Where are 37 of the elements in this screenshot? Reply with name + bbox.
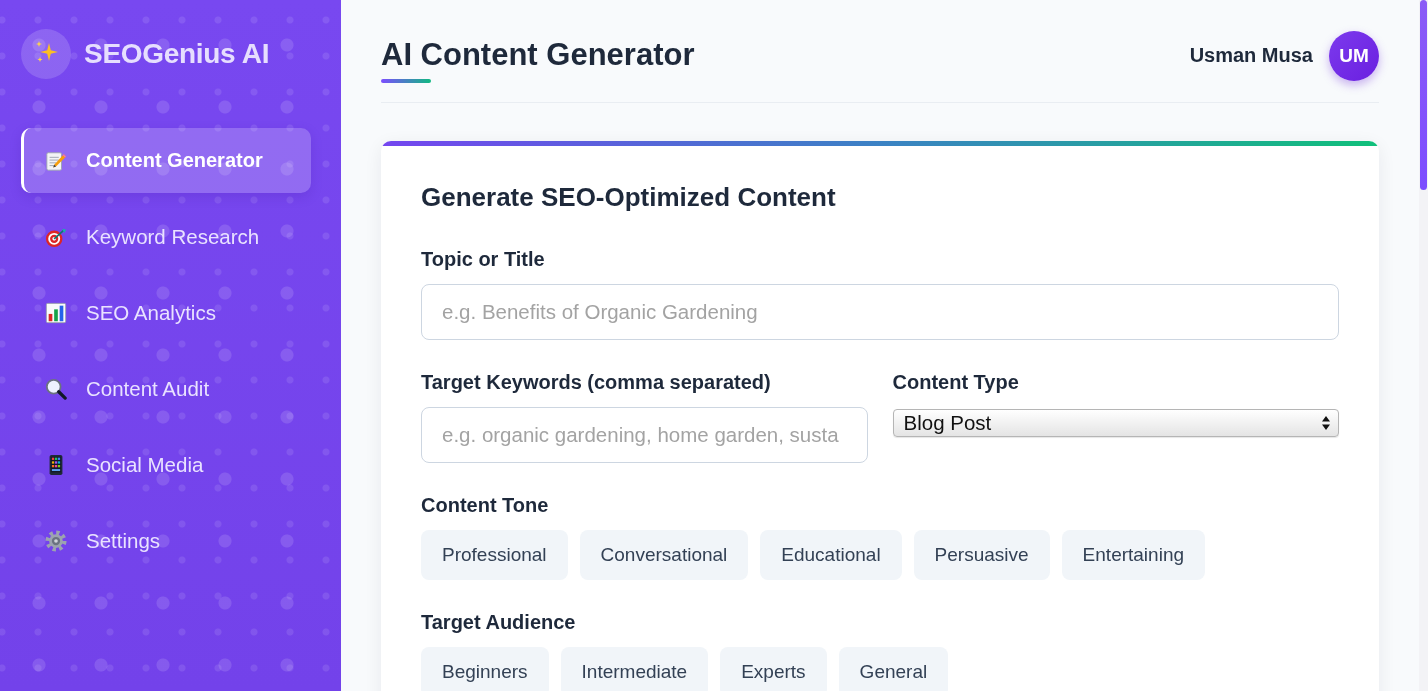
field-label: Target Keywords (comma separated) bbox=[421, 371, 772, 393]
field-label: Content Tone bbox=[421, 494, 550, 516]
tone-option-chip[interactable]: Entertaining bbox=[1061, 530, 1205, 580]
tone-option-chip[interactable]: Conversational bbox=[579, 530, 749, 580]
up-down-arrows-icon bbox=[1322, 416, 1330, 430]
audience-option-chip[interactable]: Experts bbox=[720, 647, 827, 691]
bar-chart-icon bbox=[45, 301, 67, 324]
gear-icon bbox=[45, 529, 67, 552]
scrollbar-track[interactable] bbox=[1419, 0, 1428, 691]
content-type-select[interactable]: Blog Post bbox=[892, 409, 1339, 437]
audience-option-chip[interactable]: Intermediate bbox=[560, 647, 709, 691]
tone-option-chip[interactable]: Professional bbox=[421, 530, 568, 580]
card-title: Generate SEO-Optimized Content bbox=[421, 182, 837, 212]
scrollbar-thumb[interactable] bbox=[1420, 0, 1427, 190]
tone-option-chip[interactable]: Persuasive bbox=[913, 530, 1050, 580]
field-label: Content Type bbox=[892, 371, 1020, 393]
user-name: Usman Musa bbox=[1189, 44, 1313, 67]
sidebar-nav-item[interactable]: Social Media bbox=[21, 432, 311, 497]
sidebar-nav-item[interactable]: Settings bbox=[21, 508, 311, 573]
keywords-input-field[interactable]: e.g. organic gardening, home garden, susta bbox=[421, 407, 868, 463]
field-label: Target Audience bbox=[421, 611, 577, 633]
user-avatar[interactable]: UM bbox=[1329, 30, 1379, 81]
sidebar-nav-item[interactable]: Content Audit bbox=[21, 356, 311, 421]
page-title: AI Content Generator bbox=[381, 38, 695, 72]
sparkles-icon bbox=[21, 29, 71, 79]
tone-option-chip[interactable]: Educational bbox=[760, 530, 902, 580]
sidebar-nav-item[interactable]: Keyword Research bbox=[21, 204, 311, 269]
app-logo-text: SEOGenius AI bbox=[84, 38, 270, 70]
sidebar-nav-item[interactable]: Content Generator bbox=[21, 128, 311, 193]
audience-option-chip[interactable]: General bbox=[838, 647, 949, 691]
sidebar-nav-item[interactable]: SEO Analytics bbox=[21, 280, 311, 345]
search-icon bbox=[45, 377, 67, 400]
memo-pencil-icon bbox=[45, 149, 67, 172]
audience-option-chip[interactable]: Beginners bbox=[421, 647, 549, 691]
field-label: Topic or Title bbox=[421, 248, 546, 270]
topic-input-field[interactable]: e.g. Benefits of Organic Gardening bbox=[421, 284, 1339, 340]
title-accent-bar bbox=[381, 79, 431, 83]
